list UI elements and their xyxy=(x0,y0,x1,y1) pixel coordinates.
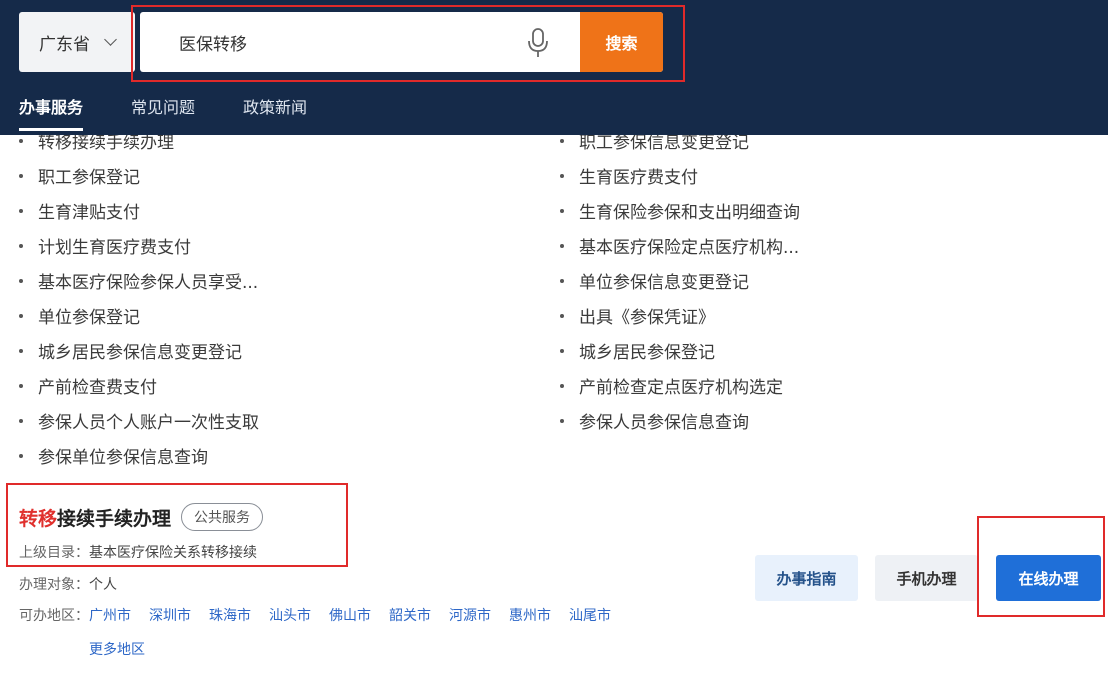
service-type-badge: 公共服务 xyxy=(181,503,263,531)
list-item-label: 生育津贴支付 xyxy=(38,198,140,223)
service-guide-button[interactable]: 办事指南 xyxy=(755,555,858,601)
bullet-icon xyxy=(19,454,23,458)
list-item[interactable]: 基本医疗保险定点医疗机构... xyxy=(560,228,800,263)
list-item[interactable]: 单位参保信息变更登记 xyxy=(560,263,800,298)
tab-policy-news[interactable]: 政策新闻 xyxy=(243,95,307,123)
list-item[interactable]: 城乡居民参保登记 xyxy=(560,333,800,368)
result-title-text: 转移接续手续办理 xyxy=(19,504,171,531)
region-links: 广州市 深圳市 珠海市 汕头市 佛山市 韶关市 河源市 惠州市 汕尾市 更多地区 xyxy=(89,605,689,659)
service-list-left: 转移接续手续办理 职工参保登记 生育津贴支付 计划生育医疗费支付 基本医疗保险参… xyxy=(19,135,259,465)
bullet-icon xyxy=(560,139,564,143)
region-link[interactable]: 深圳市 xyxy=(149,605,191,625)
bullet-icon xyxy=(560,384,564,388)
available-regions: 可办地区： 广州市 深圳市 珠海市 汕头市 佛山市 韶关市 河源市 惠州市 汕尾… xyxy=(19,605,689,659)
bullet-icon xyxy=(19,244,23,248)
list-item-label: 城乡居民参保信息变更登记 xyxy=(38,338,242,363)
parent-directory-value: 基本医疗保险关系转移接续 xyxy=(89,542,257,562)
service-list: 转移接续手续办理 职工参保登记 生育津贴支付 计划生育医疗费支付 基本医疗保险参… xyxy=(0,135,1108,465)
list-item[interactable]: 参保人员参保信息查询 xyxy=(560,403,800,438)
bullet-icon xyxy=(19,384,23,388)
search-input[interactable] xyxy=(140,12,580,72)
region-link[interactable]: 汕尾市 xyxy=(569,605,611,625)
list-item-label: 参保人员参保信息查询 xyxy=(579,408,749,433)
tab-services[interactable]: 办事服务 xyxy=(19,95,83,123)
service-target-value: 个人 xyxy=(89,574,117,594)
list-item[interactable]: 单位参保登记 xyxy=(19,298,259,333)
list-item[interactable]: 生育保险参保和支出明细查询 xyxy=(560,193,800,228)
bullet-icon xyxy=(19,174,23,178)
bullet-icon xyxy=(560,419,564,423)
list-item-label: 生育保险参保和支出明细查询 xyxy=(579,198,800,223)
region-link[interactable]: 汕头市 xyxy=(269,605,311,625)
microphone-icon[interactable] xyxy=(526,28,550,58)
bullet-icon xyxy=(560,209,564,213)
bullet-icon xyxy=(560,279,564,283)
bullet-icon xyxy=(560,244,564,248)
list-item[interactable]: 生育医疗费支付 xyxy=(560,158,800,193)
available-regions-label: 可办地区： xyxy=(19,605,89,659)
keyword-highlight: 转移 xyxy=(19,508,57,530)
service-target-label: 办理对象： xyxy=(19,574,89,594)
list-item-label: 职工参保信息变更登记 xyxy=(579,135,749,153)
bullet-icon xyxy=(560,314,564,318)
parent-directory-label: 上级目录： xyxy=(19,542,89,562)
region-link[interactable]: 佛山市 xyxy=(329,605,371,625)
service-target: 办理对象： 个人 xyxy=(19,574,117,594)
list-item[interactable]: 出具《参保凭证》 xyxy=(560,298,800,333)
list-item[interactable]: 职工参保信息变更登记 xyxy=(560,135,800,158)
list-item-label: 参保单位参保信息查询 xyxy=(38,443,208,465)
online-handle-button[interactable]: 在线办理 xyxy=(996,555,1101,601)
chevron-down-icon xyxy=(104,33,117,46)
list-item[interactable]: 转移接续手续办理 xyxy=(19,135,259,158)
list-item[interactable]: 生育津贴支付 xyxy=(19,193,259,228)
list-item-label: 单位参保信息变更登记 xyxy=(579,268,749,293)
list-item[interactable]: 基本医疗保险参保人员享受... xyxy=(19,263,259,298)
region-link[interactable]: 广州市 xyxy=(89,605,131,625)
more-regions-link[interactable]: 更多地区 xyxy=(89,639,145,659)
bullet-icon xyxy=(19,314,23,318)
list-item-label: 转移接续手续办理 xyxy=(38,135,174,153)
list-item[interactable]: 参保单位参保信息查询 xyxy=(19,438,259,465)
bullet-icon xyxy=(560,349,564,353)
region-selector[interactable]: 广东省 xyxy=(19,12,135,72)
bullet-icon xyxy=(560,174,564,178)
list-item[interactable]: 产前检查定点医疗机构选定 xyxy=(560,368,800,403)
result-title[interactable]: 转移接续手续办理 公共服务 xyxy=(19,503,263,531)
list-item-label: 出具《参保凭证》 xyxy=(579,303,715,328)
search-button[interactable]: 搜索 xyxy=(580,12,663,72)
region-label: 广东省 xyxy=(39,30,90,55)
list-item[interactable]: 参保人员个人账户一次性支取 xyxy=(19,403,259,438)
list-item[interactable]: 城乡居民参保信息变更登记 xyxy=(19,333,259,368)
list-item-label: 计划生育医疗费支付 xyxy=(38,233,191,258)
list-item-label: 单位参保登记 xyxy=(38,303,140,328)
region-link[interactable]: 珠海市 xyxy=(209,605,251,625)
list-item-label: 生育医疗费支付 xyxy=(579,163,698,188)
bullet-icon xyxy=(19,349,23,353)
list-item-label: 基本医疗保险定点医疗机构... xyxy=(579,233,799,258)
bullet-icon xyxy=(19,279,23,283)
region-link[interactable]: 惠州市 xyxy=(509,605,551,625)
search-bar: 搜索 xyxy=(140,12,663,72)
top-header: 广东省 搜索 办事服务 常见问题 政策新闻 xyxy=(0,0,1108,135)
list-item-label: 城乡居民参保登记 xyxy=(579,338,715,363)
tab-faq[interactable]: 常见问题 xyxy=(131,95,195,123)
list-item[interactable]: 职工参保登记 xyxy=(19,158,259,193)
parent-directory: 上级目录： 基本医疗保险关系转移接续 xyxy=(19,542,257,562)
list-item[interactable]: 计划生育医疗费支付 xyxy=(19,228,259,263)
mobile-handle-button[interactable]: 手机办理 xyxy=(875,555,978,601)
region-link[interactable]: 韶关市 xyxy=(389,605,431,625)
list-item-label: 产前检查费支付 xyxy=(38,373,157,398)
list-item[interactable]: 产前检查费支付 xyxy=(19,368,259,403)
list-item-label: 职工参保登记 xyxy=(38,163,140,188)
region-link[interactable]: 河源市 xyxy=(449,605,491,625)
bullet-icon xyxy=(19,139,23,143)
bullet-icon xyxy=(19,419,23,423)
service-list-right: 职工参保信息变更登记 生育医疗费支付 生育保险参保和支出明细查询 基本医疗保险定… xyxy=(560,135,800,438)
list-item-label: 产前检查定点医疗机构选定 xyxy=(579,373,783,398)
result-title-rest: 接续手续办理 xyxy=(57,508,171,530)
tab-bar: 办事服务 常见问题 政策新闻 xyxy=(19,95,355,123)
list-item-label: 基本医疗保险参保人员享受... xyxy=(38,268,258,293)
bullet-icon xyxy=(19,209,23,213)
list-item-label: 参保人员个人账户一次性支取 xyxy=(38,408,259,433)
